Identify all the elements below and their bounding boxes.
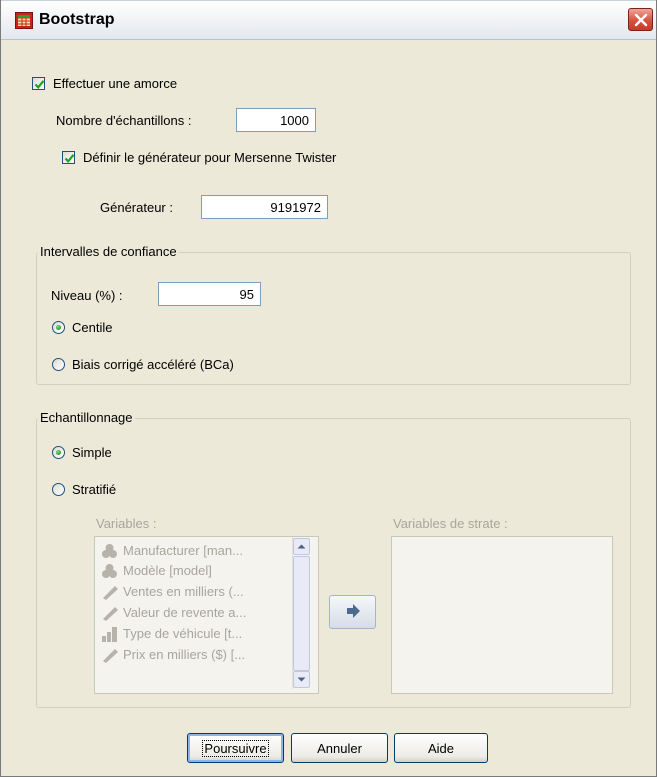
arrow-right-icon (347, 604, 360, 618)
sampling-title: Echantillonnage (38, 410, 135, 425)
move-to-strata-button[interactable] (329, 595, 376, 629)
checkmark-icon (64, 154, 75, 163)
bca-radio[interactable] (52, 358, 65, 371)
level-label: Niveau (%) : (51, 288, 123, 303)
variables-scrollbar[interactable] (292, 537, 311, 689)
scale-icon (103, 649, 118, 663)
scroll-thumb[interactable] (293, 556, 310, 671)
continue-button[interactable]: Poursuivre (187, 733, 284, 763)
scroll-down-button[interactable] (293, 671, 310, 688)
simple-label: Simple (72, 445, 112, 460)
strata-list[interactable] (391, 536, 613, 694)
stratified-label: Stratifié (72, 482, 117, 497)
strata-label: Variables de strate : (393, 516, 508, 531)
percentile-radio[interactable] (52, 321, 65, 334)
simple-radio[interactable] (52, 446, 65, 459)
spss-app-icon (15, 12, 33, 29)
samples-input[interactable]: 1000 (236, 108, 316, 132)
scroll-up-button[interactable] (293, 538, 310, 555)
stratified-radio[interactable] (52, 483, 65, 496)
set-seed-label: Définir le générateur pour Mersenne Twis… (83, 150, 337, 165)
scale-icon (103, 607, 118, 621)
title-bar[interactable]: Bootstrap (1, 0, 656, 40)
perform-bootstrap-checkbox[interactable] (32, 77, 45, 90)
chevron-down-icon (297, 677, 306, 682)
cancel-button[interactable]: Annuler (291, 733, 388, 763)
continue-button-label: Poursuivre (202, 740, 269, 757)
chevron-up-icon (297, 544, 306, 549)
cancel-button-label: Annuler (317, 741, 362, 756)
variables-list[interactable]: Manufacturer [man... Modèle [model] Vent… (94, 536, 319, 694)
perform-bootstrap-label: Effectuer une amorce (53, 76, 178, 91)
help-button-label: Aide (427, 741, 455, 756)
checkmark-icon (34, 80, 45, 89)
percentile-label: Centile (72, 320, 113, 335)
seed-input[interactable]: 9191972 (201, 195, 328, 219)
close-icon (634, 13, 648, 27)
seed-label: Générateur : (100, 200, 173, 215)
bca-label: Biais corrigé accéléré (BCa) (72, 357, 234, 372)
nominal-icon (102, 544, 117, 558)
level-input[interactable]: 95 (158, 282, 261, 306)
window-title: Bootstrap (39, 11, 115, 28)
set-seed-checkbox[interactable] (62, 151, 75, 164)
confidence-intervals-title: Intervalles de confiance (38, 244, 179, 259)
bootstrap-dialog: Bootstrap Effectuer une amorce Nombre d'… (0, 0, 657, 777)
help-button[interactable]: Aide (394, 733, 488, 763)
samples-label: Nombre d'échantillons : (56, 113, 192, 128)
ordinal-icon (102, 627, 117, 642)
scale-icon (103, 586, 118, 600)
variables-label: Variables : (96, 516, 157, 531)
close-button[interactable] (628, 8, 653, 31)
nominal-icon (102, 564, 117, 578)
